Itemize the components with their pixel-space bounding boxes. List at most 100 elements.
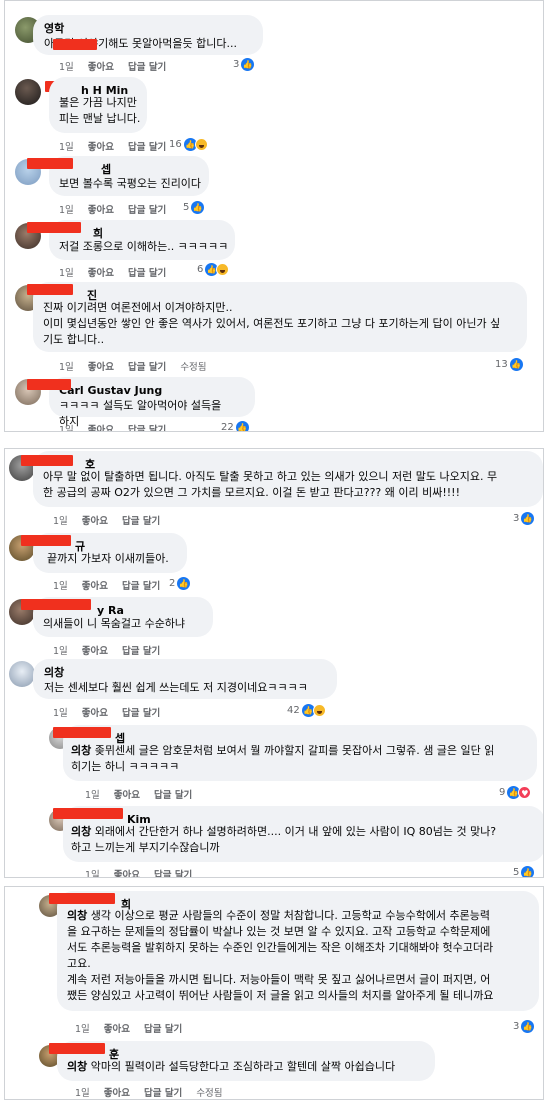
reply-link[interactable]: 답글 달기	[122, 708, 160, 719]
comment-time[interactable]: 1일	[75, 1024, 90, 1035]
reply-link[interactable]: 답글 달기	[122, 646, 160, 657]
comment-actions: 1일 좋아요 답글 달기	[53, 513, 174, 527]
comment-time[interactable]: 1일	[53, 646, 68, 657]
like-link[interactable]: 좋아요	[114, 790, 140, 801]
like-link[interactable]: 좋아요	[82, 708, 108, 719]
like-link[interactable]: 좋아요	[82, 516, 108, 527]
comment-actions: 1일 좋아요 답글 달기	[75, 1021, 196, 1035]
comment-text: 계속 저런 저능아들을 까시면 됩니다. 저능아들이 맥락 못 짚고 싫어나르면…	[67, 973, 491, 986]
reaction-number: 3	[513, 1021, 520, 1032]
comment-text: 의새들이 니 목숨걸고 수순하냐	[43, 617, 186, 630]
comment-panel-1: 영학 아무리 이야기해도 못알아먹을듯 합니다... 1일 좋아요 답글 달기 3 👍…	[4, 0, 544, 432]
edited-label: 수정됨	[196, 1088, 223, 1099]
reaction-count[interactable]: 22 👍	[221, 421, 249, 432]
reaction-count[interactable]: 9 👍 ♥	[499, 786, 532, 799]
comment-author[interactable]: 의창	[44, 665, 326, 680]
like-link[interactable]: 좋아요	[82, 581, 108, 592]
comment-text: 하고 느끼는게 부지기수잖습니까	[71, 841, 220, 854]
reaction-count[interactable]: 5 👍	[183, 201, 205, 214]
mention-link[interactable]: 의창	[71, 744, 91, 757]
reaction-count[interactable]: 5 👍	[513, 866, 535, 878]
comment-time[interactable]: 1일	[59, 62, 74, 73]
comment-time[interactable]: 1일	[53, 581, 68, 592]
mention-link[interactable]: 의창	[71, 825, 91, 838]
reaction-count[interactable]: 16 👍	[169, 138, 208, 151]
reaction-count[interactable]: 3 👍	[513, 512, 535, 525]
reaction-count[interactable]: 3 👍	[513, 1020, 535, 1033]
like-icon: 👍	[241, 58, 255, 71]
like-link[interactable]: 좋아요	[104, 1024, 130, 1035]
comment-time[interactable]: 1일	[53, 708, 68, 719]
reply-link[interactable]: 답글 달기	[128, 142, 166, 153]
reply-link[interactable]: 답글 달기	[128, 205, 166, 216]
comment-actions: 1일 좋아요 답글 달기	[59, 202, 180, 216]
like-link[interactable]: 좋아요	[88, 425, 114, 431]
reply-link[interactable]: 답글 달기	[154, 790, 192, 801]
comment-actions: 1일 좋아요 답글 달기	[59, 422, 180, 431]
reaction-count[interactable]: 3 👍	[233, 58, 255, 71]
comment-time[interactable]: 1일	[85, 790, 100, 801]
comment-actions: 1일 좋아요 답글 달기	[53, 643, 174, 657]
reply-link[interactable]: 답글 달기	[128, 62, 166, 73]
like-link[interactable]: 좋아요	[114, 870, 140, 877]
reply-link[interactable]: 답글 달기	[122, 581, 160, 592]
comment-time[interactable]: 1일	[59, 362, 74, 373]
like-link[interactable]: 좋아요	[88, 268, 114, 279]
reaction-count[interactable]: 42 👍	[287, 704, 326, 717]
like-icon: 👍	[509, 358, 523, 371]
comment-time[interactable]: 1일	[53, 516, 68, 527]
reply-link[interactable]: 답글 달기	[154, 870, 192, 877]
like-link[interactable]: 좋아요	[88, 142, 114, 153]
comment-text: 저걸 조롱으로 이해하는.. ㅋㅋㅋㅋㅋ	[59, 240, 229, 253]
reaction-number: 5	[513, 867, 520, 878]
reply-link[interactable]: 답글 달기	[128, 425, 166, 431]
comment-text: 서도 추론능력을 발휘하지 못하는 수준인 인간들에게는 작은 이해조차 기대해…	[67, 941, 494, 954]
comment-text: 한 공급의 공짜 O2가 있으면 그 가치를 모르지요. 이걸 돈 받고 판다고…	[43, 486, 460, 499]
comment-author[interactable]: Carl Gustav Jung	[59, 383, 244, 398]
comment-actions: 1일 좋아요 답글 달기	[85, 867, 206, 877]
reaction-number: 22	[221, 422, 234, 432]
comment-text: 아무 말 없이 탈출하면 됩니다. 아직도 탈출 못하고 하고 있는 의새가 있…	[43, 470, 498, 483]
comment-time[interactable]: 1일	[59, 142, 74, 153]
comment-time[interactable]: 1일	[75, 1088, 90, 1099]
comment-author[interactable]: 영학	[44, 21, 252, 36]
like-link[interactable]: 좋아요	[88, 362, 114, 373]
avatar[interactable]	[9, 661, 35, 687]
reply-link[interactable]: 답글 달기	[122, 516, 160, 527]
comment-author[interactable]: 셉	[101, 162, 198, 177]
avatar[interactable]	[15, 79, 41, 105]
comment-time[interactable]: 1일	[59, 425, 74, 431]
comment-time[interactable]: 1일	[85, 870, 100, 877]
comment-text-block: 불은 가끔 나지만 피는 맨날 납니다.	[59, 95, 140, 127]
comment-actions: 1일 좋아요 답글 달기	[59, 265, 180, 279]
comment-time[interactable]: 1일	[59, 205, 74, 216]
reply-link[interactable]: 답글 달기	[128, 362, 166, 373]
comment-text: 피는 맨날 납니다.	[59, 112, 141, 125]
reaction-number: 3	[233, 59, 240, 70]
comment-text-line: 외래에서 간단한거 하나 설명하려하면.... 이거 내 앞에 있는 사람이 I…	[94, 825, 497, 838]
redaction-bar	[49, 893, 115, 904]
like-link[interactable]: 좋아요	[104, 1088, 130, 1099]
comment-text-block: 의창 생각 이상으로 평균 사람들의 수준이 정말 처참합니다. 고등학교 수능…	[67, 908, 494, 1004]
comment-time[interactable]: 1일	[59, 268, 74, 279]
reaction-number: 2	[169, 578, 176, 589]
like-link[interactable]: 좋아요	[88, 205, 114, 216]
like-icon: 👍	[235, 421, 249, 432]
mention-link[interactable]: 의창	[67, 1060, 87, 1073]
reply-link[interactable]: 답글 달기	[128, 268, 166, 279]
haha-icon	[216, 263, 230, 276]
haha-icon	[312, 704, 326, 717]
heart-icon: ♥	[518, 786, 532, 799]
comment-text-block: 진짜 이기려면 여론전에서 이겨야하지만.. 이미 몇십년동안 쌓인 안 좋은 …	[43, 300, 500, 348]
like-icon: 👍	[177, 577, 191, 590]
comment-actions: 1일 좋아요 답글 달기 수정됨	[75, 1085, 237, 1099]
mention-link[interactable]: 의창	[67, 909, 87, 922]
reaction-count[interactable]: 6 👍	[197, 263, 230, 276]
comment-text: 히기는 하니 ㅋㅋㅋㅋㅋ	[71, 760, 180, 773]
like-link[interactable]: 좋아요	[88, 62, 114, 73]
reply-link[interactable]: 답글 달기	[144, 1024, 182, 1035]
reaction-count[interactable]: 13 👍	[495, 358, 523, 371]
like-link[interactable]: 좋아요	[82, 646, 108, 657]
reaction-count[interactable]: 2 👍	[169, 577, 191, 590]
reply-link[interactable]: 답글 달기	[144, 1088, 182, 1099]
